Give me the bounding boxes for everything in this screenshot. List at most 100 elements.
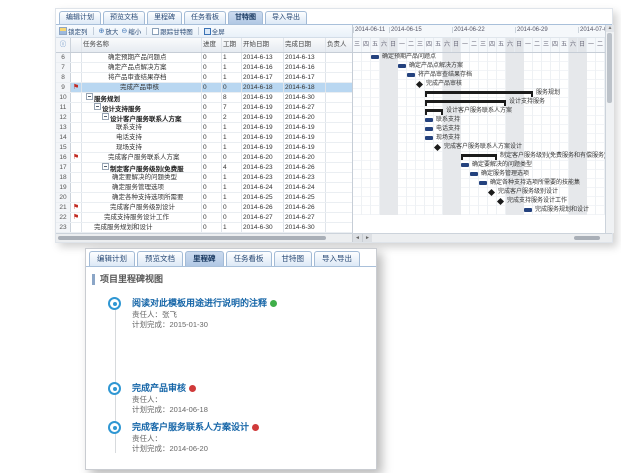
table-row[interactable]: 19确定服务管理选项012014-6-242014-6-24 bbox=[56, 183, 352, 193]
table-row[interactable]: 20确定各种支持选项所需要012014-6-252014-6-25 bbox=[56, 193, 352, 203]
tab-edit-plan[interactable]: 编辑计划 bbox=[59, 11, 101, 24]
scroll-left-arrow-icon[interactable]: ◄ bbox=[352, 234, 362, 242]
owner-cell bbox=[326, 113, 352, 122]
day-label: 四 bbox=[488, 38, 497, 52]
table-row[interactable]: 10服务规划082014-6-192014-6-30 bbox=[56, 93, 352, 103]
zoom-in-button[interactable]: ⊕ 放大 bbox=[99, 26, 119, 36]
table-row[interactable]: 23完成服务规划和设计012014-6-302014-6-30 bbox=[56, 223, 352, 233]
day-label: 六 bbox=[569, 38, 578, 52]
vertical-scroll-thumb[interactable] bbox=[607, 33, 612, 103]
progress-cell: 0 bbox=[202, 183, 222, 192]
gantt-hscroll-thumb[interactable] bbox=[574, 236, 600, 240]
tab-gantt[interactable]: 甘特图 bbox=[274, 251, 313, 266]
tab-preview-doc[interactable]: 预览文档 bbox=[137, 251, 183, 266]
table-row[interactable]: 11设计支持服务072014-6-192014-6-27 bbox=[56, 103, 352, 113]
gantt-task-bar[interactable] bbox=[425, 127, 433, 131]
tab-import-export[interactable]: 导入导出 bbox=[314, 251, 360, 266]
header-progress[interactable]: 进度 bbox=[202, 38, 222, 52]
tab-task-board[interactable]: 任务看板 bbox=[184, 11, 226, 24]
gantt-task-bar[interactable] bbox=[398, 64, 406, 68]
gantt-task-bar[interactable] bbox=[470, 172, 478, 176]
gantt-hscroll-track[interactable] bbox=[372, 234, 612, 242]
gantt-bar-label: 现场支持 bbox=[436, 134, 460, 143]
header-owner[interactable]: 负责人 bbox=[326, 38, 352, 52]
gantt-summary-bar[interactable] bbox=[461, 154, 497, 157]
table-row[interactable]: 8将产品审查结果存档012014-6-172014-6-17 bbox=[56, 73, 352, 83]
flag-cell bbox=[71, 173, 82, 182]
duration-cell: 7 bbox=[222, 103, 242, 112]
collapse-icon[interactable] bbox=[102, 163, 109, 170]
table-row[interactable]: 14电话支持012014-6-192014-6-19 bbox=[56, 133, 352, 143]
table-row[interactable]: 7确定产品点解决方案012014-6-162014-6-16 bbox=[56, 63, 352, 73]
tab-milestone[interactable]: 里程碑 bbox=[185, 251, 224, 266]
gantt-task-bar[interactable] bbox=[479, 181, 487, 185]
table-row[interactable]: 21⚑完成客户服务级别设计002014-6-262014-6-26 bbox=[56, 203, 352, 213]
gantt-task-bar[interactable] bbox=[425, 118, 433, 122]
tab-edit-plan[interactable]: 编辑计划 bbox=[89, 251, 135, 266]
table-row[interactable]: 18确定要解决的问题类型012014-6-232014-6-23 bbox=[56, 173, 352, 183]
task-name: 现场支持 bbox=[116, 144, 142, 151]
zoom-out-button[interactable]: ⊖ 缩小 bbox=[121, 26, 141, 36]
collapse-icon[interactable] bbox=[102, 113, 109, 120]
duration-cell: 1 bbox=[222, 133, 242, 142]
table-row[interactable]: 12设计客户服务联系人方案022014-6-192014-6-20 bbox=[56, 113, 352, 123]
header-duration[interactable]: 工期 bbox=[222, 38, 242, 52]
tab-gantt[interactable]: 甘特图 bbox=[228, 11, 263, 24]
header-finish-date[interactable]: 完成日期 bbox=[284, 38, 326, 52]
gantt-milestone-diamond[interactable] bbox=[434, 144, 441, 151]
gantt-summary-bar[interactable] bbox=[425, 100, 506, 103]
start-date-cell: 2014-6-13 bbox=[242, 53, 284, 62]
task-name-cell: 完成支持服务设计工作 bbox=[82, 213, 202, 222]
day-label: 二 bbox=[407, 38, 416, 52]
progress-cell: 0 bbox=[202, 93, 222, 102]
table-row[interactable]: 22⚑完成支持服务设计工作002014-6-272014-6-27 bbox=[56, 213, 352, 223]
task-name-cell: 确定预期产品问题点 bbox=[82, 53, 202, 62]
task-name: 确定要解决的问题类型 bbox=[112, 174, 177, 181]
gantt-task-bar[interactable] bbox=[371, 55, 379, 59]
header-start-date[interactable]: 开始日期 bbox=[242, 38, 284, 52]
table-row[interactable]: 17制定客户服务级别(免费服042014-6-232014-6-26 bbox=[56, 163, 352, 173]
gantt-summary-bar[interactable] bbox=[425, 109, 443, 112]
table-row[interactable]: 13联系支持012014-6-192014-6-19 bbox=[56, 123, 352, 133]
tab-import-export[interactable]: 导入导出 bbox=[265, 11, 307, 24]
gantt-summary-bar[interactable] bbox=[425, 91, 533, 94]
tab-preview-doc[interactable]: 预览文档 bbox=[103, 11, 145, 24]
header-task-name[interactable]: 任务名称 bbox=[82, 38, 202, 52]
duration-cell: 0 bbox=[222, 83, 242, 92]
row-number: 19 bbox=[56, 183, 71, 192]
tracking-gantt-checkbox[interactable]: 跟踪甘特图 bbox=[152, 26, 193, 36]
fullscreen-button[interactable]: 全屏 bbox=[204, 26, 225, 36]
owner-cell bbox=[326, 203, 352, 212]
table-row[interactable]: 9⚑完成产品审核002014-6-182014-6-18 bbox=[56, 83, 352, 93]
gantt-task-bar[interactable] bbox=[407, 73, 415, 77]
gantt-milestone-diamond[interactable] bbox=[488, 189, 495, 196]
gantt-milestone-diamond[interactable] bbox=[416, 81, 423, 88]
flag-cell: ⚑ bbox=[71, 203, 82, 212]
table-hscroll-track[interactable] bbox=[56, 234, 352, 242]
milestone-view-tabbar: 编辑计划预览文档里程碑任务看板甘特图导入导出 bbox=[86, 249, 376, 267]
gantt-vertical-scrollbar[interactable]: ▲ bbox=[605, 25, 614, 233]
table-hscroll-thumb[interactable] bbox=[58, 236, 326, 240]
flag-cell bbox=[71, 93, 82, 102]
gantt-milestone-diamond[interactable] bbox=[497, 198, 504, 205]
start-date-cell: 2014-6-19 bbox=[242, 133, 284, 142]
tab-milestone[interactable]: 里程碑 bbox=[147, 11, 182, 24]
gantt-task-bar[interactable] bbox=[425, 136, 433, 140]
duration-cell: 0 bbox=[222, 153, 242, 162]
horizontal-scrollbar[interactable]: ◄ ► bbox=[56, 233, 612, 242]
collapse-icon[interactable] bbox=[94, 103, 101, 110]
gantt-task-bar[interactable] bbox=[461, 163, 469, 167]
table-row[interactable]: 16⚑完成客户服务联系人方案002014-6-202014-6-20 bbox=[56, 153, 352, 163]
lock-column-button[interactable]: 锁定列 bbox=[59, 26, 88, 36]
progress-cell: 0 bbox=[202, 103, 222, 112]
finish-date-cell: 2014-6-25 bbox=[284, 193, 326, 202]
tab-task-board[interactable]: 任务看板 bbox=[226, 251, 272, 266]
table-row[interactable]: 6确定预期产品问题点012014-6-132014-6-13 bbox=[56, 53, 352, 63]
table-row[interactable]: 15现场支持012014-6-192014-6-19 bbox=[56, 143, 352, 153]
scroll-up-arrow-icon[interactable]: ▲ bbox=[606, 25, 614, 32]
start-date-cell: 2014-6-30 bbox=[242, 223, 284, 232]
gantt-task-bar[interactable] bbox=[524, 208, 532, 212]
owner-cell bbox=[326, 53, 352, 62]
scroll-right-arrow-icon[interactable]: ► bbox=[362, 234, 372, 242]
collapse-icon[interactable] bbox=[86, 93, 93, 100]
